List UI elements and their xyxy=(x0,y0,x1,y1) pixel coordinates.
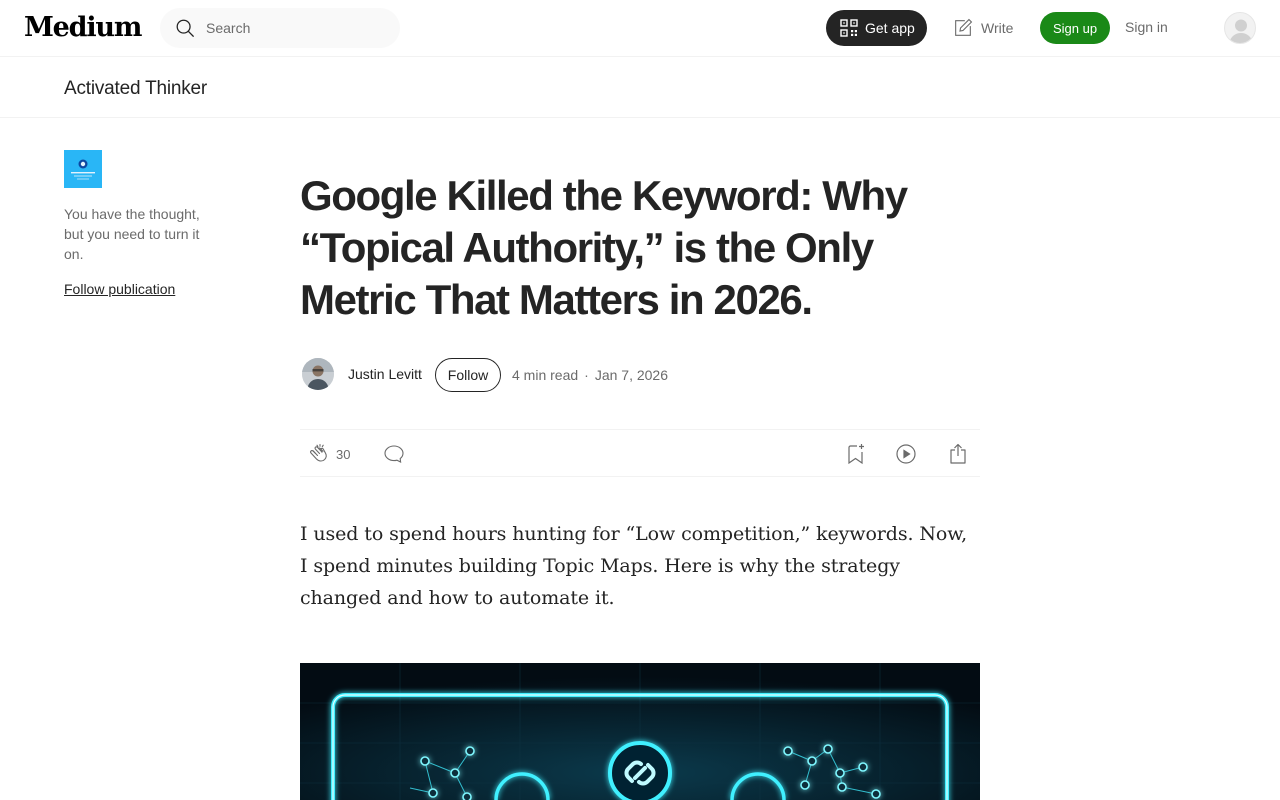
share-icon[interactable] xyxy=(946,442,970,466)
publication-description: You have the thought, but you need to tu… xyxy=(64,206,200,262)
clap-count: 30 xyxy=(336,446,351,462)
meta-separator: · xyxy=(584,367,589,383)
top-navigation: Medium Get app Write Sign up Sign xyxy=(0,0,1280,57)
read-time: 4 min read xyxy=(512,367,579,383)
sign-up-button[interactable]: Sign up xyxy=(1040,12,1110,44)
author-photo xyxy=(302,358,334,390)
search-icon xyxy=(176,19,194,37)
user-icon xyxy=(1229,19,1253,43)
follow-publication-link[interactable]: Follow publication xyxy=(64,281,175,297)
get-app-label: Get app xyxy=(865,20,915,36)
author-name[interactable]: Justin Levitt xyxy=(348,366,422,382)
author-avatar[interactable] xyxy=(302,358,334,390)
sign-in-link[interactable]: Sign in xyxy=(1125,19,1168,35)
publication-name[interactable]: Activated Thinker xyxy=(64,78,207,100)
publish-date: Jan 7, 2026 xyxy=(594,367,668,383)
article-subtitle: I used to spend hours hunting for “Low c… xyxy=(300,523,968,609)
article-meta: 4 min read · Jan 7, 2026 xyxy=(512,367,668,383)
article-title: Google Killed the Keyword: Why “Topical … xyxy=(300,172,908,323)
write-label: Write xyxy=(981,20,1014,36)
follow-author-button[interactable]: Follow xyxy=(435,358,501,392)
user-avatar[interactable] xyxy=(1224,12,1256,44)
write-icon xyxy=(955,18,973,36)
hero-illustration xyxy=(300,663,980,800)
write-button[interactable]: Write xyxy=(952,17,1013,39)
article-action-bar: 30 xyxy=(300,429,980,477)
search-input[interactable] xyxy=(206,8,386,48)
play-icon[interactable] xyxy=(894,442,918,466)
article-hero-image xyxy=(300,663,980,800)
get-app-button[interactable]: Get app xyxy=(826,10,927,46)
author-row: Justin Levitt Follow 4 min read · Jan 7, 2… xyxy=(300,358,980,392)
clap-button[interactable]: 30 xyxy=(308,442,350,466)
comment-icon[interactable] xyxy=(382,442,406,466)
bookmark-icon[interactable] xyxy=(844,442,868,466)
qr-icon xyxy=(840,19,858,37)
clap-icon xyxy=(310,443,327,462)
medium-logo[interactable]: Medium xyxy=(24,10,142,46)
search-bar[interactable] xyxy=(160,8,400,48)
publication-logo[interactable] xyxy=(64,150,102,188)
publication-logo-graphic xyxy=(64,150,102,188)
publication-bar: Activated Thinker xyxy=(0,57,1280,118)
